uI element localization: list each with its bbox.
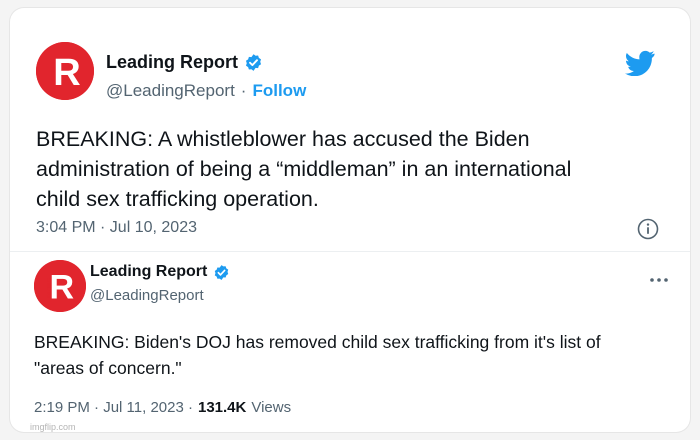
author-name-row: Leading Report <box>106 52 263 73</box>
handle-row: @LeadingReport <box>90 287 204 304</box>
display-name[interactable]: Leading Report <box>106 52 238 73</box>
svg-text:LEADING: LEADING <box>51 62 57 89</box>
info-icon[interactable] <box>637 218 659 240</box>
tweet-meta: 2:19 PM · Jul 11, 2023 · 131.4K Views <box>34 399 291 416</box>
tweet-text: BREAKING: Biden's DOJ has removed child … <box>34 332 601 378</box>
follow-button[interactable]: Follow <box>252 81 306 101</box>
verified-badge-icon <box>244 53 263 72</box>
views-count: 131.4K <box>197 399 247 416</box>
timestamp-link[interactable]: 2:19 PM · Jul 11, 2023 · <box>34 399 193 416</box>
tweet-text: BREAKING: A whistleblower has accused th… <box>36 127 572 211</box>
leading-report-logo: R LEADING <box>34 260 86 312</box>
screenshot-card: R LEADING Leading Report @LeadingReport … <box>10 8 690 432</box>
svg-text:LEADING: LEADING <box>47 278 53 302</box>
handle[interactable]: @LeadingReport <box>90 287 204 304</box>
twitter-bird-icon[interactable] <box>625 50 655 77</box>
svg-text:R: R <box>49 269 74 307</box>
tweet-timestamp: 3:04 PM · Jul 10, 2023 <box>36 219 197 237</box>
watermark: imgflip.com <box>30 422 76 432</box>
divider <box>10 251 690 252</box>
svg-text:R: R <box>53 52 80 94</box>
display-name[interactable]: Leading Report <box>90 263 207 281</box>
timestamp-link[interactable]: 3:04 PM · Jul 10, 2023 <box>36 219 197 237</box>
avatar[interactable]: R LEADING <box>34 260 86 312</box>
verified-badge-icon <box>213 264 230 281</box>
handle-row: @LeadingReport · Follow <box>106 81 306 101</box>
handle[interactable]: @LeadingReport <box>106 81 235 101</box>
avatar[interactable]: R LEADING <box>36 42 94 100</box>
more-options-icon[interactable] <box>648 272 670 282</box>
author-name-row: Leading Report <box>90 263 230 281</box>
leading-report-logo: R LEADING <box>36 42 94 100</box>
views-label: Views <box>251 399 292 416</box>
separator-dot: · <box>240 81 247 100</box>
